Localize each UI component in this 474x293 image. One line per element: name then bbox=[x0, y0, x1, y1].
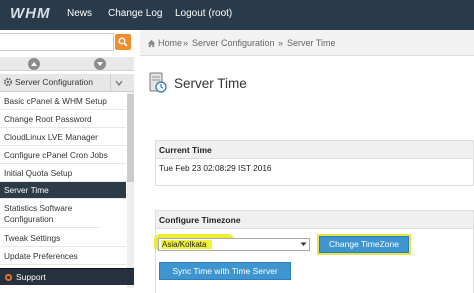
breadcrumb: Home » Server Configuration » Server Tim… bbox=[140, 30, 474, 56]
chevron-down-icon bbox=[97, 62, 103, 66]
chevron-down-icon bbox=[300, 242, 307, 246]
sidebar-scrollbar[interactable] bbox=[127, 92, 134, 288]
sidebar-item-statistics-software[interactable]: Statistics Software Configuration bbox=[0, 201, 100, 228]
current-time-heading: Current Time bbox=[156, 141, 473, 159]
expand-down-button[interactable] bbox=[94, 58, 106, 70]
scrollbar-thumb[interactable] bbox=[127, 94, 134, 182]
sidebar-item-change-root-password[interactable]: Change Root Password bbox=[0, 111, 126, 128]
server-clock-icon bbox=[149, 72, 167, 93]
timezone-select[interactable]: Asia/Kolkata bbox=[158, 238, 310, 251]
gear-icon bbox=[3, 77, 13, 87]
current-time-value: Tue Feb 23 02:08:29 IST 2016 bbox=[159, 163, 272, 173]
breadcrumb-server-time: Server Time bbox=[287, 38, 336, 48]
search-input[interactable] bbox=[0, 33, 114, 51]
nav-logout-link[interactable]: Logout (root) bbox=[175, 8, 232, 19]
sidebar-item-quota-setup[interactable]: Initial Quota Setup bbox=[0, 165, 126, 182]
nav-change-log-link[interactable]: Change Log bbox=[108, 8, 163, 19]
collapse-row bbox=[0, 57, 134, 71]
main-content: Home » Server Configuration » Server Tim… bbox=[140, 30, 474, 293]
sidebar: Server Configuration Basic cPanel & WHM … bbox=[0, 30, 138, 293]
chevron-down-icon bbox=[115, 80, 123, 86]
configure-timezone-heading: Configure Timezone bbox=[156, 211, 473, 229]
sidebar-section-label: Server Configuration bbox=[15, 77, 93, 87]
timezone-selected-value: Asia/Kolkata bbox=[161, 240, 213, 249]
sidebar-item-server-time[interactable]: Server Time bbox=[0, 182, 126, 199]
nav-news-link[interactable]: News bbox=[67, 8, 92, 19]
sidebar-item-basic-setup[interactable]: Basic cPanel & WHM Setup bbox=[0, 93, 126, 110]
sidebar-section-support[interactable]: Support bbox=[0, 268, 134, 285]
home-icon[interactable] bbox=[147, 39, 156, 48]
breadcrumb-server-configuration[interactable]: Server Configuration bbox=[192, 38, 275, 48]
change-timezone-button[interactable]: Change TimeZone bbox=[317, 234, 411, 255]
search-row bbox=[0, 31, 134, 53]
sidebar-item-update-preferences[interactable]: Update Preferences bbox=[0, 248, 126, 265]
search-icon bbox=[118, 37, 128, 47]
chevron-up-icon bbox=[31, 62, 37, 66]
sidebar-item-cron-jobs[interactable]: Configure cPanel Cron Jobs bbox=[0, 147, 126, 164]
configure-timezone-panel: Configure Timezone bbox=[155, 210, 474, 293]
collapse-up-button[interactable] bbox=[28, 58, 40, 70]
whm-logo[interactable]: WHM bbox=[4, 3, 57, 25]
sidebar-item-tweak-settings[interactable]: Tweak Settings bbox=[0, 230, 126, 247]
sync-time-button[interactable]: Sync Time with Time Server bbox=[159, 262, 291, 280]
life-ring-icon bbox=[4, 273, 13, 282]
sidebar-item-cloudlinux-lve[interactable]: CloudLinux LVE Manager bbox=[0, 129, 126, 146]
sidebar-section-server-configuration[interactable]: Server Configuration bbox=[0, 74, 134, 92]
current-time-panel: Current Time Tue Feb 23 02:08:29 IST 201… bbox=[155, 140, 474, 186]
top-bar: WHM News Change Log Logout (root) bbox=[0, 0, 474, 30]
section-collapse-toggle[interactable] bbox=[110, 74, 126, 92]
search-button[interactable] bbox=[115, 34, 131, 50]
page-title: Server Time bbox=[174, 76, 247, 91]
breadcrumb-home[interactable]: Home bbox=[158, 38, 182, 48]
support-label: Support bbox=[16, 272, 46, 282]
